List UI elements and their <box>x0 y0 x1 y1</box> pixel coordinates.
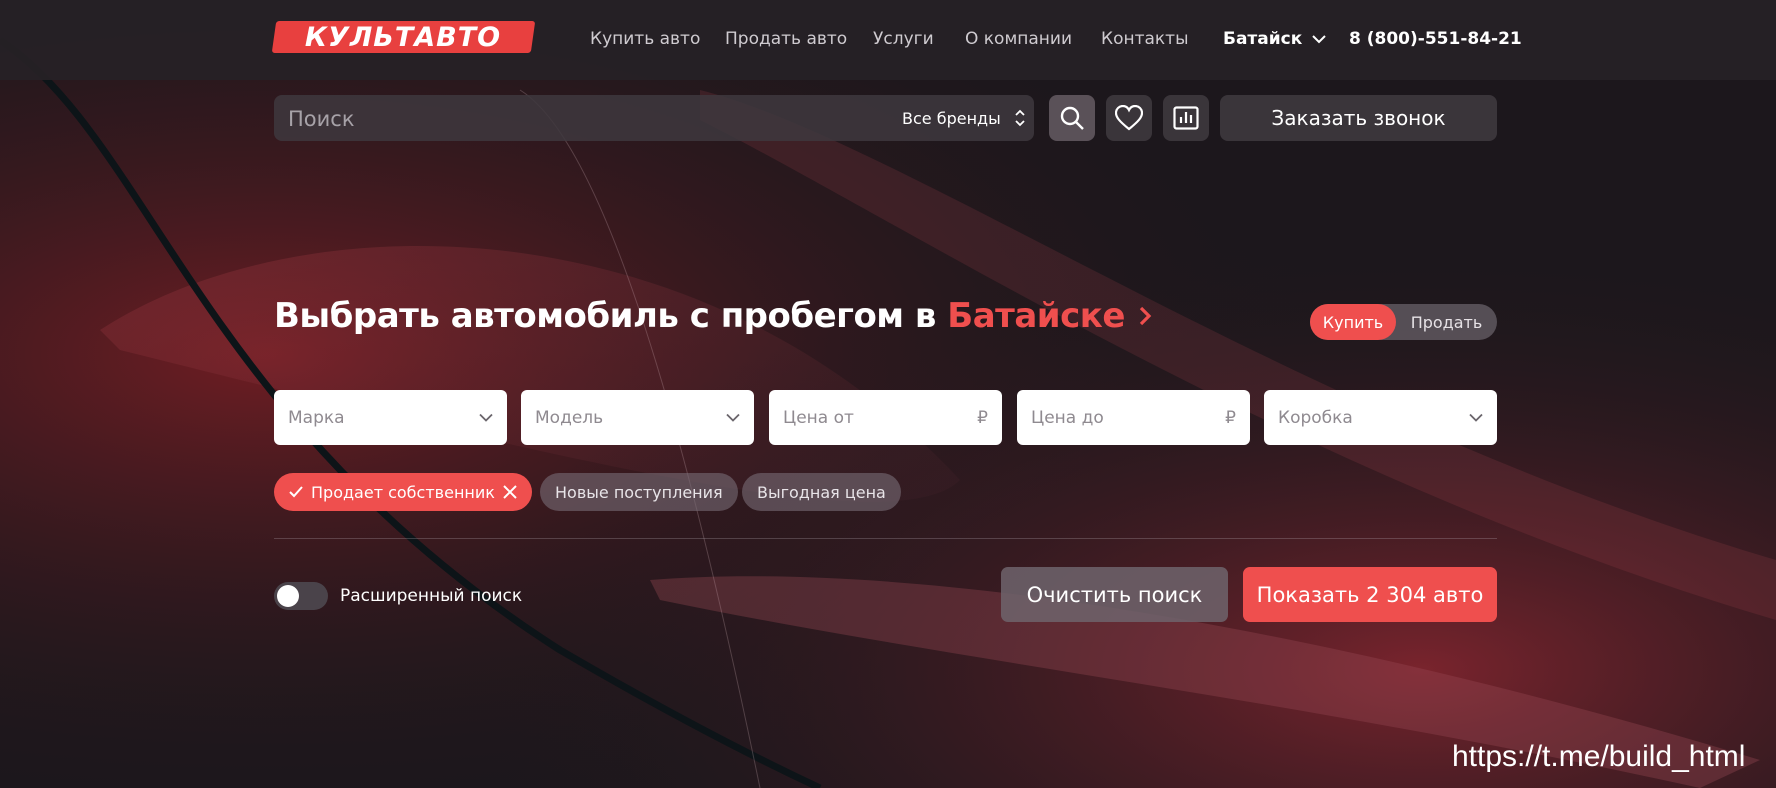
chip-label: Новые поступления <box>555 482 723 502</box>
show-results-button[interactable]: Показать 2 304 авто <box>1243 567 1497 622</box>
brand-logo[interactable]: КУЛЬТАВТО <box>271 21 536 53</box>
divider <box>274 538 1497 539</box>
chevron-right-icon[interactable] <box>1137 305 1153 327</box>
search-bar: Все бренды <box>274 95 1034 143</box>
favorites-button[interactable] <box>1106 95 1152 141</box>
nav-item-contacts[interactable]: Контакты <box>1101 29 1189 49</box>
search-input[interactable] <box>286 95 790 143</box>
clear-search-button[interactable]: Очистить поиск <box>1001 567 1228 622</box>
chevron-down-icon <box>1469 413 1483 422</box>
compare-button[interactable] <box>1163 95 1209 141</box>
sort-arrows-icon <box>1015 109 1025 127</box>
advanced-search-label: Расширенный поиск <box>340 586 523 606</box>
buy-sell-toggle: Купить Продать <box>1310 304 1497 340</box>
toggle-knob <box>277 585 299 607</box>
nav-item-services[interactable]: Услуги <box>873 29 934 49</box>
chip-label: Продает собственник <box>311 482 495 502</box>
toggle-switch[interactable] <box>274 582 328 610</box>
price-from-placeholder: Цена от <box>783 407 854 428</box>
price-to-field[interactable]: Цена до ₽ <box>1017 390 1250 445</box>
toggle-sell[interactable]: Продать <box>1396 304 1497 340</box>
page-title-text: Выбрать автомобиль с пробегом в <box>274 296 936 336</box>
chevron-down-icon <box>1312 35 1326 44</box>
gearbox-select[interactable]: Коробка <box>1264 390 1497 445</box>
chip-new-arrivals[interactable]: Новые поступления <box>540 473 738 511</box>
brands-select-label: Все бренды <box>902 108 1001 128</box>
phone-number[interactable]: 8 (800)-551-84-21 <box>1349 0 1522 78</box>
model-select[interactable]: Модель <box>521 390 754 445</box>
nav-item-buy[interactable]: Купить авто <box>590 29 700 49</box>
page-title: Выбрать автомобиль с пробегом в Батайске <box>274 296 1153 336</box>
search-icon <box>1060 106 1084 130</box>
chip-owner-sells[interactable]: Продает собственник <box>274 473 532 511</box>
chevron-down-icon <box>479 413 493 422</box>
city-selector[interactable]: Батайск <box>1223 0 1326 78</box>
brand-logo-text: КУЛЬТАВТО <box>305 21 502 53</box>
brand-select[interactable]: Марка <box>274 390 507 445</box>
toggle-buy[interactable]: Купить <box>1310 304 1396 340</box>
city-label: Батайск <box>1223 29 1303 49</box>
chevron-down-icon <box>726 413 740 422</box>
brands-select[interactable]: Все бренды <box>902 95 1025 141</box>
close-icon[interactable] <box>503 485 517 499</box>
advanced-search-toggle[interactable]: Расширенный поиск <box>274 582 522 610</box>
ruble-icon: ₽ <box>1225 407 1236 428</box>
model-select-placeholder: Модель <box>535 407 604 428</box>
brand-select-placeholder: Марка <box>288 407 345 428</box>
page-title-city[interactable]: Батайске <box>947 296 1125 336</box>
price-to-placeholder: Цена до <box>1031 407 1104 428</box>
order-call-button[interactable]: Заказать звонок <box>1220 95 1497 141</box>
top-navbar: КУЛЬТАВТО Купить авто Продать авто Услуг… <box>0 0 1776 80</box>
nav-item-sell[interactable]: Продать авто <box>725 29 847 49</box>
search-button[interactable] <box>1049 95 1095 141</box>
chip-good-price[interactable]: Выгодная цена <box>742 473 901 511</box>
heart-icon <box>1115 105 1143 131</box>
check-icon <box>289 486 303 498</box>
watermark-text: https://t.me/build_html <box>1452 740 1746 773</box>
ruble-icon: ₽ <box>977 407 988 428</box>
chip-label: Выгодная цена <box>757 482 886 502</box>
price-from-field[interactable]: Цена от ₽ <box>769 390 1002 445</box>
nav-item-about[interactable]: О компании <box>965 29 1072 49</box>
bar-chart-icon <box>1173 106 1199 130</box>
gearbox-select-placeholder: Коробка <box>1278 407 1353 428</box>
